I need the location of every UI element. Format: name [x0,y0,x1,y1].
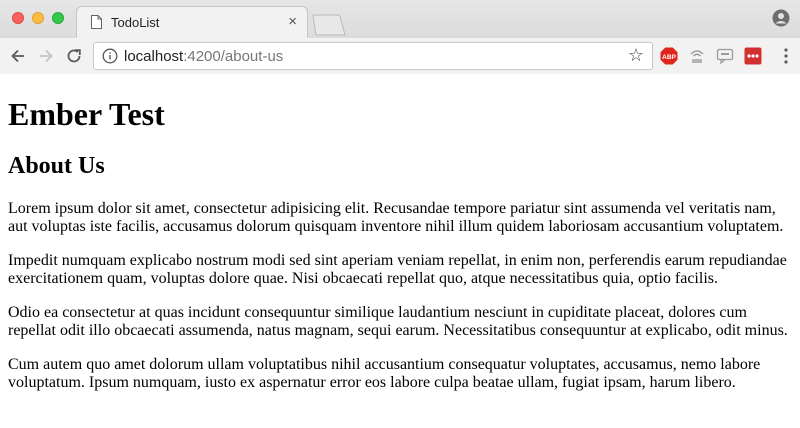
more-menu-icon[interactable] [784,48,788,64]
tab-title: TodoList [111,15,160,30]
paragraph-2: Impedit numquam explicabo nostrum modi s… [8,252,787,287]
browser-chrome: TodoList × localhost:4200/about-us ☆ ABP [0,0,800,74]
page-title: Ember Test [8,96,165,132]
password-manager-icon[interactable] [744,47,762,65]
tab-bar: TodoList × [0,0,800,38]
new-tab-button[interactable] [312,14,346,36]
page-content: Ember Test About Us Lorem ipsum dolor si… [0,75,800,392]
adblock-plus-icon[interactable]: ABP [660,47,678,65]
forward-arrow-icon[interactable] [36,46,56,66]
minimize-window-button[interactable] [32,12,44,24]
tab-close-button[interactable]: × [288,14,297,30]
paragraph-1: Lorem ipsum dolor sit amet, consectetur … [8,200,784,235]
bookmark-star-icon[interactable]: ☆ [628,46,644,66]
back-arrow-icon[interactable] [8,46,28,66]
toolbar: localhost:4200/about-us ☆ ABP [0,38,800,74]
reload-icon[interactable] [64,46,84,66]
profile-icon[interactable] [772,9,790,27]
paragraph-3: Odio ea consectetur at quas incidunt con… [8,304,788,339]
url-path: :4200/about-us [183,48,284,65]
cast-extension-icon[interactable] [688,47,706,65]
svg-text:ABP: ABP [662,54,676,61]
close-window-button[interactable] [12,12,24,24]
info-icon[interactable] [102,48,118,64]
document-icon [91,15,102,29]
url-host: localhost [124,48,184,65]
chat-extension-icon[interactable] [716,47,734,65]
url-text[interactable]: localhost:4200/about-us [124,48,283,65]
paragraph-4: Cum autem quo amet dolorum ullam volupta… [8,356,761,391]
browser-tab[interactable]: TodoList × [76,6,308,38]
maximize-window-button[interactable] [52,12,64,24]
section-heading: About Us [8,153,105,179]
address-bar[interactable]: localhost:4200/about-us ☆ [93,42,653,70]
